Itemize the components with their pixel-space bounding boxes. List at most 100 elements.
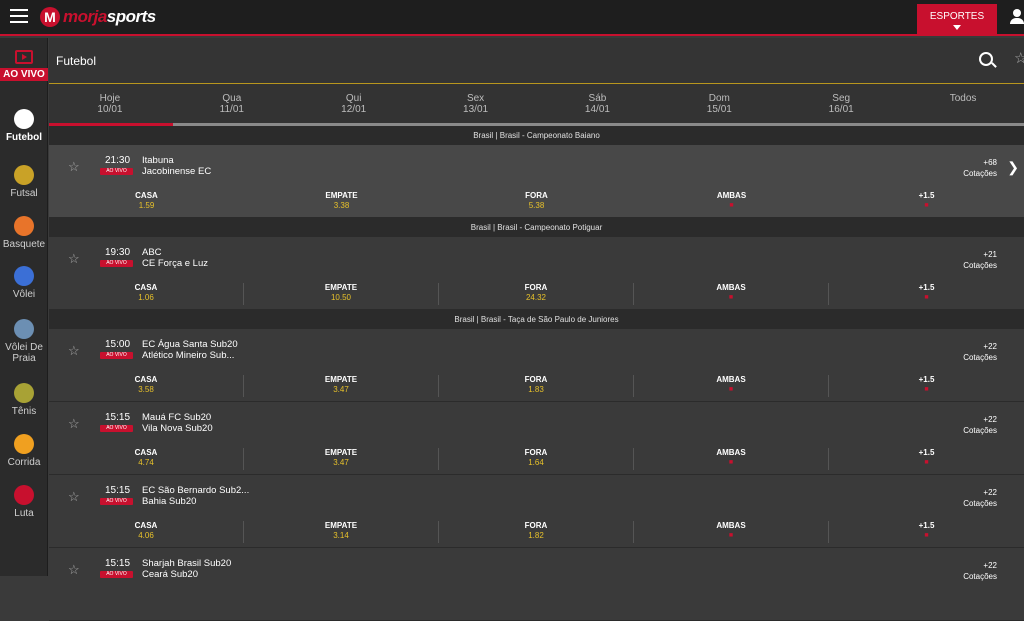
odd-value: 1.83 xyxy=(528,385,544,394)
sidebar-item-tênis[interactable]: Tênis xyxy=(0,383,48,417)
odd-ambas[interactable]: AMBAS ■ xyxy=(634,191,829,213)
odd-casa[interactable]: CASA 1.59 xyxy=(49,191,244,213)
odd-ambas[interactable]: AMBAS ■ xyxy=(634,448,829,470)
odd-ambas[interactable]: AMBAS ■ xyxy=(634,375,829,397)
star-icon[interactable]: ☆ xyxy=(68,159,80,175)
caret-down-icon xyxy=(953,25,961,30)
odd-label: EMPATE xyxy=(324,283,358,292)
odd-value: 3.47 xyxy=(333,458,349,467)
tab-underline xyxy=(49,123,1024,126)
odd-fora[interactable]: FORA 24.32 xyxy=(439,283,634,305)
sidebar-item-label: Corrida xyxy=(7,457,41,468)
esportes-button[interactable]: ESPORTES xyxy=(917,4,997,36)
live-badge: AO VIVO xyxy=(100,168,133,175)
sidebar-item-luta[interactable]: Luta xyxy=(0,485,48,519)
sidebar-item-ao-vivo[interactable]: AO VIVO xyxy=(0,50,48,81)
tab-sex[interactable]: Sex 13/01 xyxy=(415,84,537,126)
tab-hoje[interactable]: Hoje 10/01 xyxy=(49,84,171,126)
match-time: 21:30 xyxy=(105,155,131,166)
odd-casa[interactable]: CASA 4.74 xyxy=(49,448,244,470)
odd-over-1-5[interactable]: +1.5 ■ xyxy=(829,191,1024,213)
sidebar-item-corrida[interactable]: Corrida xyxy=(0,434,48,468)
odd-ambas[interactable]: AMBAS ■ xyxy=(634,283,829,305)
match-time: 15:15 xyxy=(105,558,131,569)
odd-empate[interactable]: EMPATE 10.50 xyxy=(244,283,439,305)
odd-empate[interactable]: EMPATE 3.14 xyxy=(244,521,439,543)
home-team: ABC xyxy=(142,247,162,258)
more-odds-link[interactable]: +22 Cotações xyxy=(963,414,997,436)
odd-label: FORA xyxy=(525,191,548,200)
sidebar-item-label: Futebol xyxy=(5,132,43,143)
league-header: Brasil | Brasil - Campeonato Potiguar xyxy=(49,218,1024,237)
menu-icon[interactable] xyxy=(10,9,28,23)
logo[interactable]: M morja sports xyxy=(40,6,156,28)
tab-seg[interactable]: Seg 16/01 xyxy=(780,84,902,126)
odd-casa[interactable]: CASA 3.58 xyxy=(49,375,244,397)
lock-icon: ■ xyxy=(728,532,734,539)
chevron-right-icon[interactable]: ❯ xyxy=(1007,159,1019,176)
odd-casa[interactable]: CASA 1.06 xyxy=(49,283,244,305)
tab-dom[interactable]: Dom 15/01 xyxy=(658,84,780,126)
tab-qui[interactable]: Qui 12/01 xyxy=(293,84,415,126)
odd-empate[interactable]: EMPATE 3.47 xyxy=(244,448,439,470)
match-row[interactable]: ☆ 15:15 AO VIVO Sharjah Brasil Sub20 Ceará S… xyxy=(49,548,1024,621)
user-icon[interactable] xyxy=(1010,9,1024,25)
search-icon[interactable] xyxy=(979,52,993,66)
match-row[interactable]: ☆ 15:15 AO VIVO EC São Bernardo Sub2... Bahi… xyxy=(49,475,1024,548)
more-odds-label: Cotações xyxy=(963,572,997,581)
match-row[interactable]: ☆ 19:30 AO VIVO ABC CE Força e Luz +21 Cotaçõe… xyxy=(49,237,1024,310)
sidebar-item-label: Futsal xyxy=(10,188,38,199)
more-odds-link[interactable]: +22 Cotações xyxy=(963,487,997,509)
more-odds-link[interactable]: +22 Cotações xyxy=(963,341,997,363)
live-badge: AO VIVO xyxy=(100,352,133,359)
tab-qua[interactable]: Qua 11/01 xyxy=(171,84,293,126)
favorite-star-icon[interactable]: ☆ xyxy=(1014,49,1024,67)
odd-label: EMPATE xyxy=(324,448,358,457)
more-odds-link[interactable]: +22 Cotações xyxy=(963,560,997,582)
lock-icon: ■ xyxy=(728,459,734,466)
more-odds-link[interactable]: +21 Cotações xyxy=(963,249,997,271)
odd-fora[interactable]: FORA 1.83 xyxy=(439,375,634,397)
tab-sáb[interactable]: Sáb 14/01 xyxy=(537,84,659,126)
live-badge: AO VIVO xyxy=(100,571,133,578)
odd-ambas[interactable]: AMBAS ■ xyxy=(634,521,829,543)
tab-todos[interactable]: Todos xyxy=(902,84,1024,126)
odd-fora[interactable]: FORA 1.64 xyxy=(439,448,634,470)
lock-icon: ■ xyxy=(924,532,929,539)
odd-over-1-5[interactable]: +1.5 ■ xyxy=(829,375,1024,397)
more-odds-label: Cotações xyxy=(963,426,997,435)
tab-date: 10/01 xyxy=(97,104,123,115)
sidebar-item-futebol[interactable]: Futebol xyxy=(0,109,48,143)
odd-fora[interactable]: FORA 5.38 xyxy=(439,191,634,213)
match-row[interactable]: ☆ 15:15 AO VIVO Mauá FC Sub20 Vila Nova Sub2… xyxy=(49,402,1024,475)
star-icon[interactable]: ☆ xyxy=(68,251,80,267)
match-row[interactable]: ☆ 21:30 AO VIVO Itabuna Jacobinense EC +68 Cot… xyxy=(49,145,1024,218)
odd-empate[interactable]: EMPATE 3.47 xyxy=(244,375,439,397)
more-odds-link[interactable]: +68 Cotações xyxy=(963,157,997,179)
beach-volleyball-icon xyxy=(14,319,34,339)
sidebar-item-vôlei[interactable]: Vôlei xyxy=(0,266,48,300)
tab-day: Qui xyxy=(345,93,362,104)
odd-label: EMPATE xyxy=(325,191,358,200)
star-icon[interactable]: ☆ xyxy=(68,416,80,432)
home-team: EC São Bernardo Sub2... xyxy=(142,485,250,496)
odd-empate[interactable]: EMPATE 3.38 xyxy=(244,191,439,213)
star-icon[interactable]: ☆ xyxy=(68,343,80,359)
star-icon[interactable]: ☆ xyxy=(68,489,80,505)
odd-value: 1.06 xyxy=(138,293,154,302)
sidebar-item-vôlei-de-praia[interactable]: Vôlei De Praia xyxy=(0,319,48,364)
sidebar-item-basquete[interactable]: Basquete xyxy=(0,216,48,250)
more-odds-count: +22 xyxy=(983,342,997,351)
tab-date: 14/01 xyxy=(584,104,610,115)
more-odds-count: +68 xyxy=(983,158,997,167)
odd-fora[interactable]: FORA 1.82 xyxy=(439,521,634,543)
odd-over-1-5[interactable]: +1.5 ■ xyxy=(829,448,1024,470)
odd-label: AMBAS xyxy=(716,448,746,457)
match-row[interactable]: ☆ 15:00 AO VIVO EC Água Santa Sub20 Atlético… xyxy=(49,329,1024,402)
odd-over-1-5[interactable]: +1.5 ■ xyxy=(829,283,1024,305)
odd-over-1-5[interactable]: +1.5 ■ xyxy=(829,521,1024,543)
more-odds-count: +22 xyxy=(983,415,997,424)
odd-casa[interactable]: CASA 4.06 xyxy=(49,521,244,543)
more-odds-label: Cotações xyxy=(963,261,997,270)
sidebar-item-futsal[interactable]: Futsal xyxy=(0,165,48,199)
